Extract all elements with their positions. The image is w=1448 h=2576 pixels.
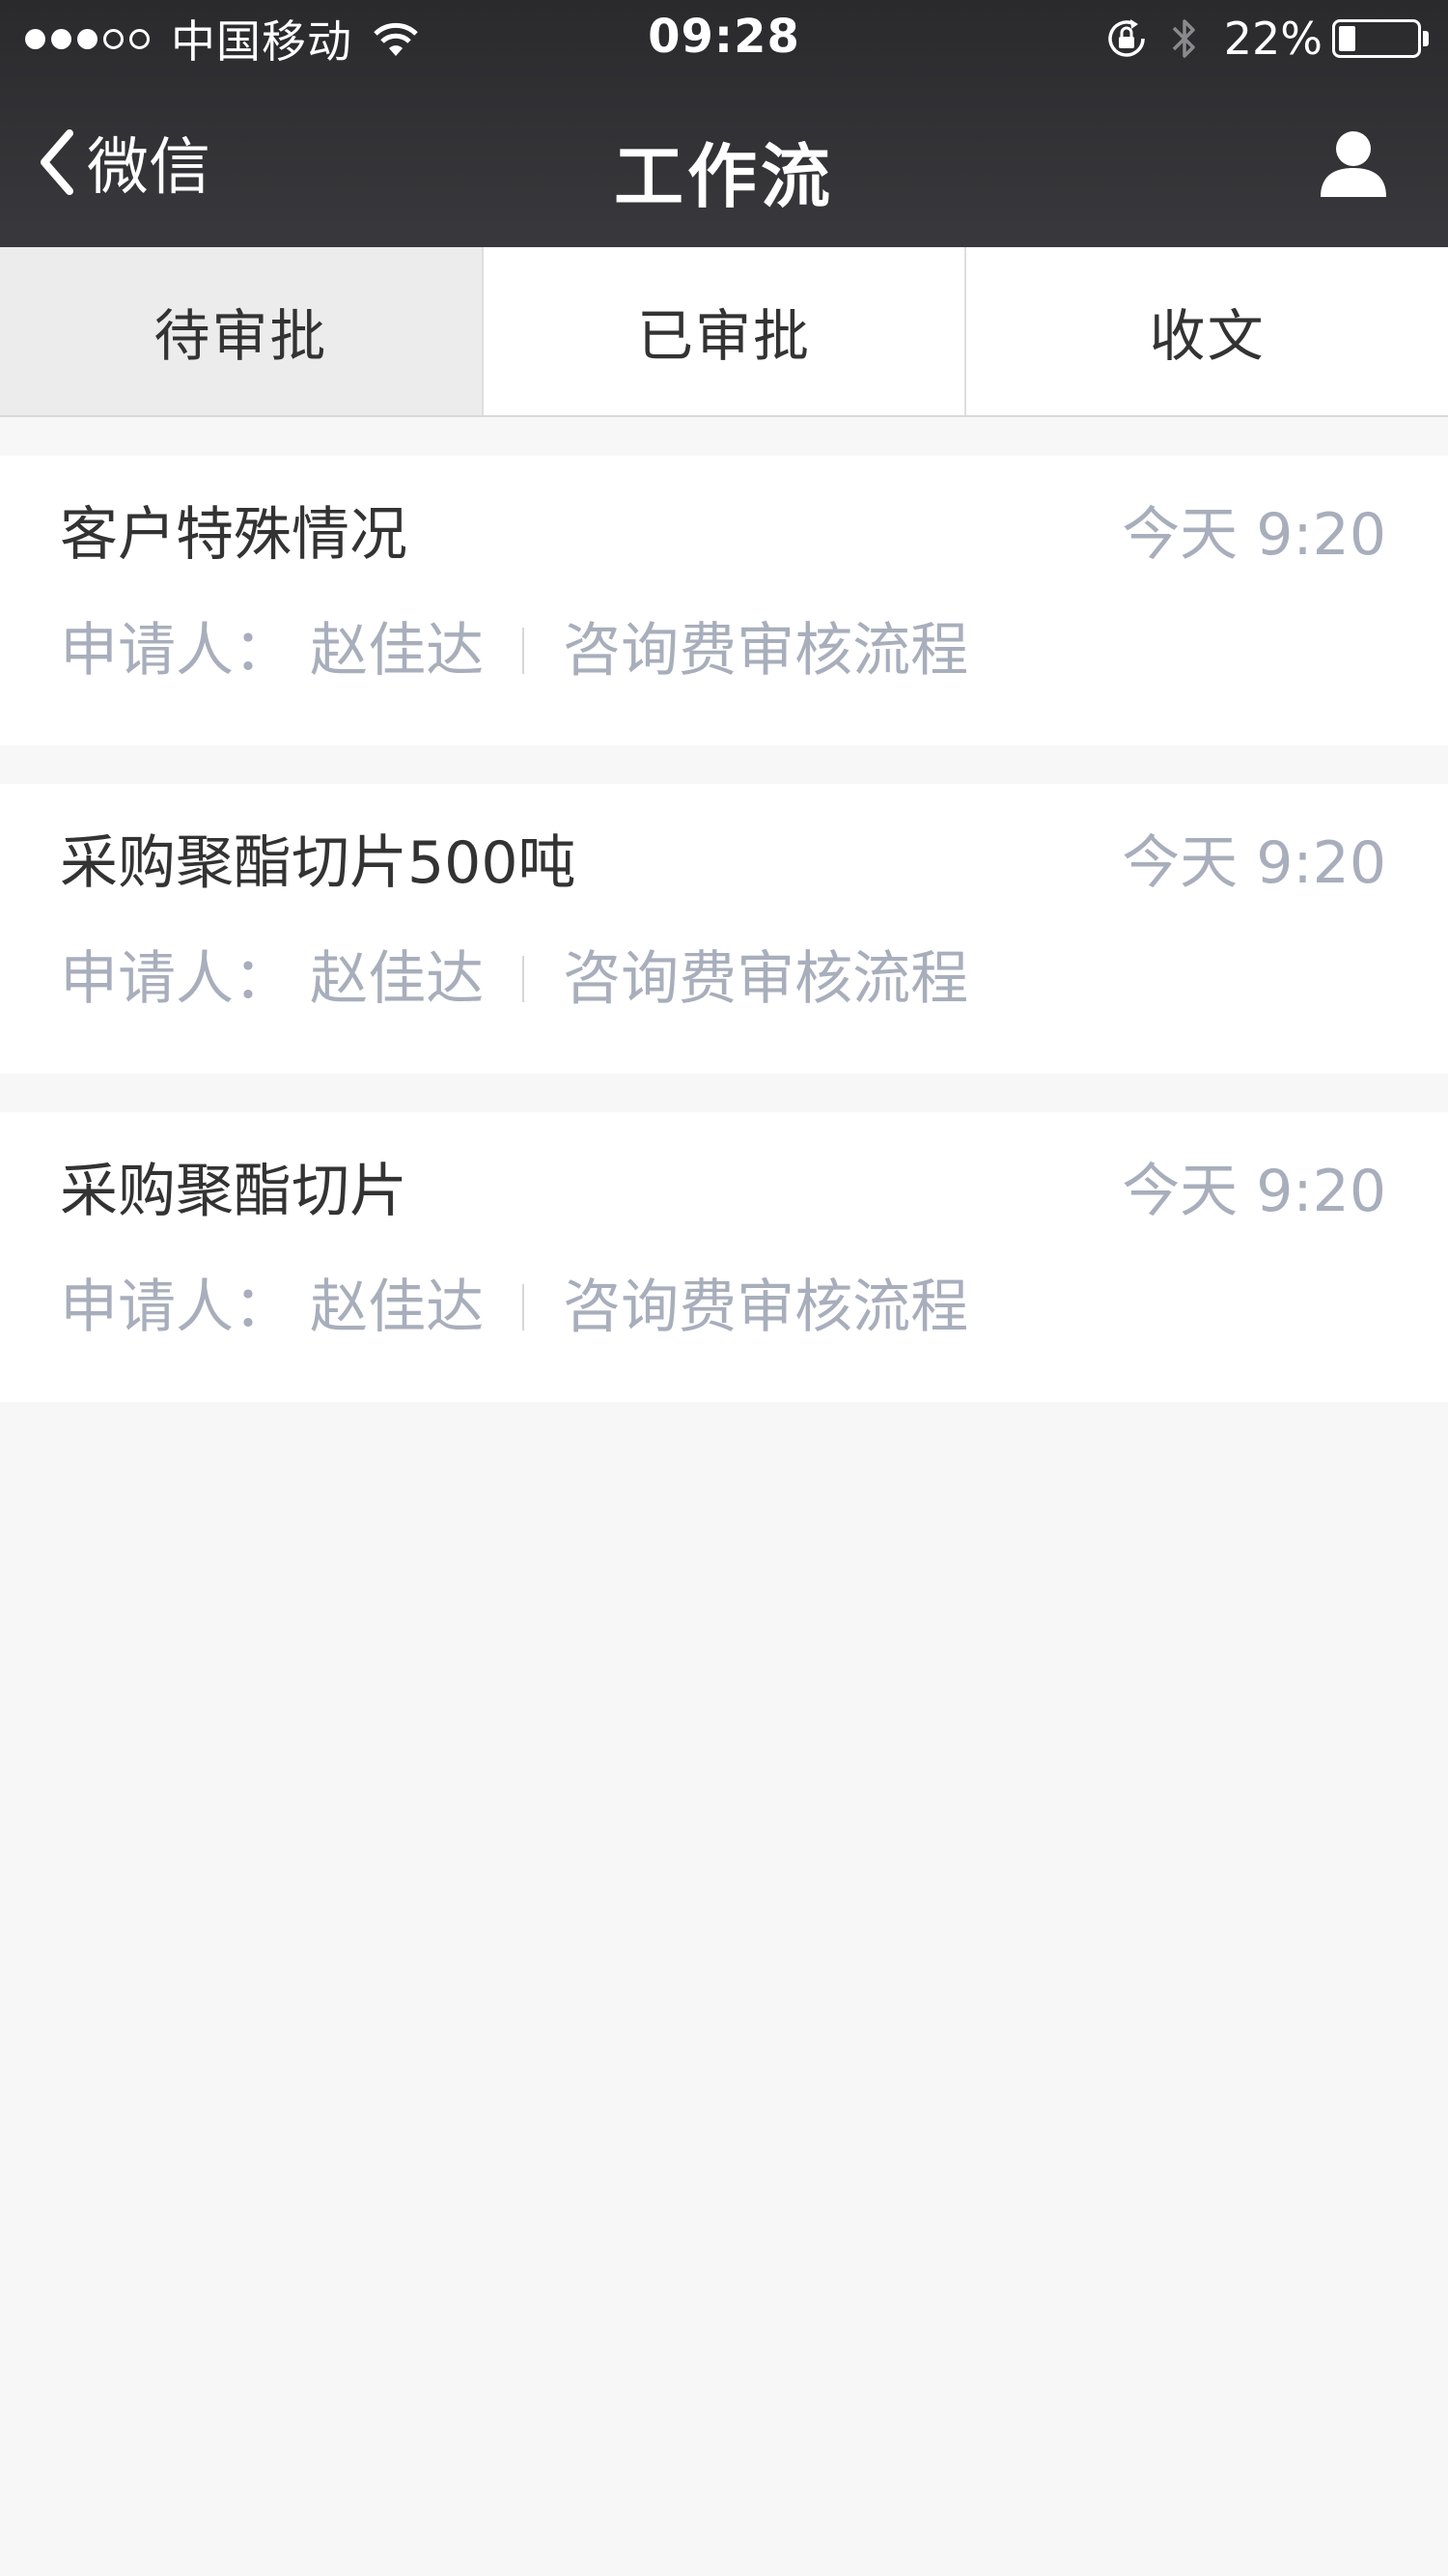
nav-bar: 微信 工作流 xyxy=(0,77,1448,247)
item-time: 今天 9:20 xyxy=(1122,501,1386,569)
item-process: 咨询费审核流程 xyxy=(563,617,969,685)
item-time: 今天 9:20 xyxy=(1122,1158,1386,1225)
battery-icon xyxy=(1332,19,1421,58)
tab-approved[interactable]: 已审批 xyxy=(484,247,967,415)
item-title: 采购聚酯切片500吨 xyxy=(60,829,576,897)
item-meta: 申请人： 赵佳达 咨询费审核流程 xyxy=(60,622,968,680)
divider xyxy=(522,1284,525,1330)
list-item[interactable]: 采购聚酯切片500吨 今天 9:20 申请人： 赵佳达 咨询费审核流程 xyxy=(0,784,1448,1074)
battery-percent: 22% xyxy=(1223,13,1323,65)
item-applicant: 申请人： 赵佳达 xyxy=(60,1274,485,1341)
item-title: 客户特殊情况 xyxy=(60,501,407,569)
page-title: 工作流 xyxy=(613,136,834,217)
divider xyxy=(522,628,525,674)
item-applicant: 申请人： 赵佳达 xyxy=(60,617,485,685)
orientation-lock-icon xyxy=(1108,19,1145,57)
item-process: 咨询费审核流程 xyxy=(563,1274,969,1341)
item-applicant: 申请人： 赵佳达 xyxy=(60,945,485,1013)
workflow-list: 客户特殊情况 今天 9:20 申请人： 赵佳达 咨询费审核流程 采购聚酯切片50… xyxy=(0,417,1448,1402)
battery-cap xyxy=(1423,31,1429,46)
status-bar: 中国移动 09:28 22% xyxy=(0,0,1448,77)
battery-level xyxy=(1339,26,1355,51)
item-time: 今天 9:20 xyxy=(1122,829,1386,897)
header: 中国移动 09:28 22% 微信 工作流 xyxy=(0,0,1448,247)
status-right: 22% xyxy=(1104,12,1429,66)
tab-bar: 待审批 已审批 收文 xyxy=(0,247,1448,417)
bluetooth-icon xyxy=(1172,19,1195,58)
list-item[interactable]: 采购聚酯切片 今天 9:20 申请人： 赵佳达 咨询费审核流程 xyxy=(0,1112,1448,1402)
tab-pending-approval[interactable]: 待审批 xyxy=(0,247,484,415)
person-icon[interactable] xyxy=(1317,127,1390,201)
divider xyxy=(522,956,525,1002)
item-process: 咨询费审核流程 xyxy=(563,945,969,1013)
item-title: 采购聚酯切片 xyxy=(60,1158,407,1225)
list-item[interactable]: 客户特殊情况 今天 9:20 申请人： 赵佳达 咨询费审核流程 xyxy=(0,456,1448,745)
item-meta: 申请人： 赵佳达 咨询费审核流程 xyxy=(60,950,968,1008)
tab-received-documents[interactable]: 收文 xyxy=(966,247,1448,415)
item-meta: 申请人： 赵佳达 咨询费审核流程 xyxy=(60,1278,968,1336)
